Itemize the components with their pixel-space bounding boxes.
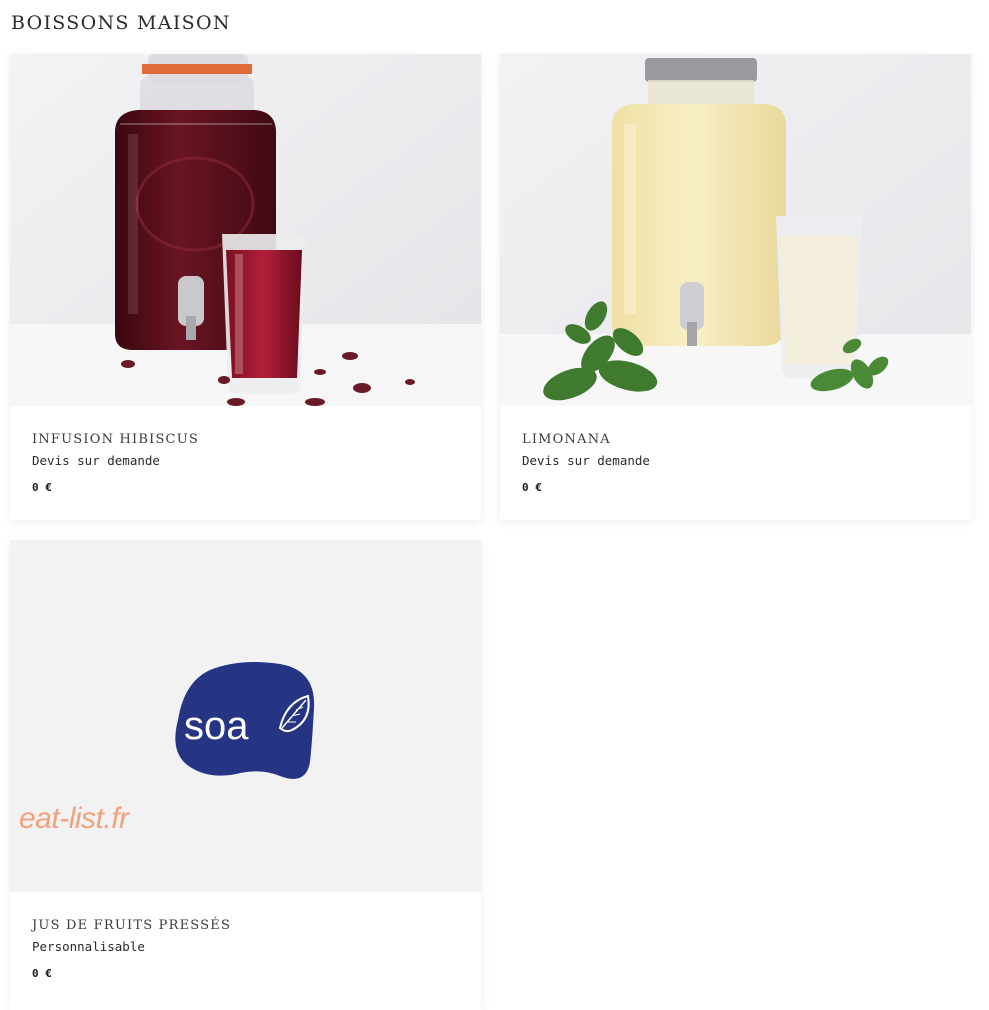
product-subtitle: Devis sur demande: [32, 453, 160, 468]
product-image-infusion-hibiscus[interactable]: [10, 54, 481, 406]
product-name[interactable]: INFUSION HIBISCUS: [32, 432, 199, 447]
soa-logo-text: soa: [184, 704, 249, 748]
watermark: eat-list.fr: [19, 802, 129, 835]
product-name[interactable]: JUS DE FRUITS PRESSÉS: [32, 918, 231, 933]
product-subtitle: Devis sur demande: [522, 453, 650, 468]
product-name[interactable]: LIMONANA: [522, 432, 611, 447]
product-price: 0 €: [522, 481, 542, 494]
product-image-placeholder[interactable]: soa eat-list.fr: [10, 540, 481, 892]
product-card-jus-de-fruits-presses[interactable]: soa eat-list.fr JUS DE FRUITS PRESSÉS Pe…: [10, 540, 481, 1010]
section-title: BOISSONS MAISON: [11, 12, 231, 34]
product-price: 0 €: [32, 967, 52, 980]
product-card-infusion-hibiscus[interactable]: INFUSION HIBISCUS Devis sur demande 0 €: [10, 54, 481, 520]
soa-logo: soa: [10, 540, 481, 892]
product-card-limonana[interactable]: LIMONANA Devis sur demande 0 €: [500, 54, 971, 520]
product-price: 0 €: [32, 481, 52, 494]
product-subtitle: Personnalisable: [32, 939, 145, 954]
product-image-limonana[interactable]: [500, 54, 971, 406]
